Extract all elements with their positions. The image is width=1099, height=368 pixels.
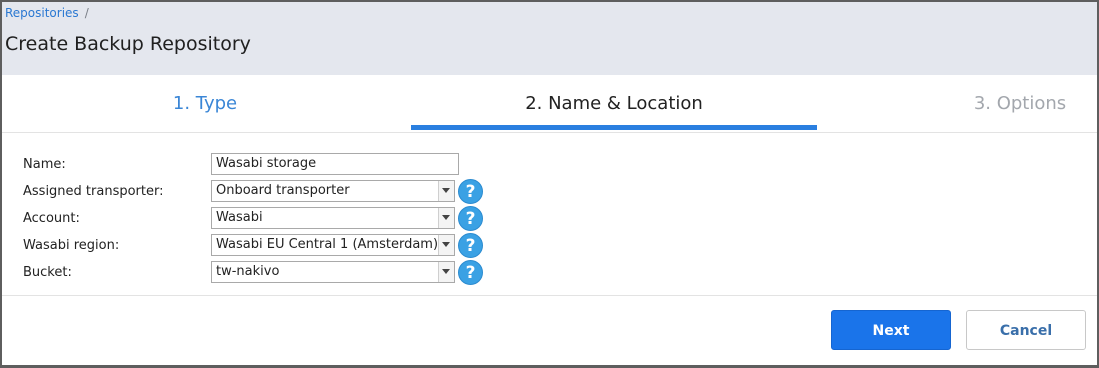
chevron-down-icon[interactable] [438, 235, 454, 255]
help-icon[interactable]: ? [458, 260, 483, 285]
chevron-down-icon[interactable] [438, 208, 454, 228]
account-select[interactable]: Wasabi [211, 207, 455, 229]
transporter-select[interactable]: Onboard transporter [211, 180, 455, 202]
name-input[interactable]: Wasabi storage [211, 153, 459, 175]
active-step-indicator [411, 125, 817, 130]
account-row: Account: Wasabi ? [2, 206, 502, 231]
help-icon[interactable]: ? [458, 206, 483, 231]
chevron-down-icon[interactable] [438, 262, 454, 282]
help-icon[interactable]: ? [458, 233, 483, 258]
footer-divider [2, 295, 1097, 296]
name-row: Name: Wasabi storage [2, 153, 502, 177]
next-button[interactable]: Next [831, 310, 951, 350]
bucket-label: Bucket: [23, 265, 72, 280]
transporter-value: Onboard transporter [216, 183, 350, 198]
step-type[interactable]: 1. Type [2, 75, 408, 132]
help-icon[interactable]: ? [458, 179, 483, 204]
region-row: Wasabi region: Wasabi EU Central 1 (Amst… [2, 233, 502, 258]
breadcrumb-repositories-link[interactable]: Repositories [5, 6, 79, 20]
page-title: Create Backup Repository [5, 33, 251, 55]
name-label: Name: [23, 157, 66, 172]
breadcrumb: Repositories / [5, 6, 89, 20]
breadcrumb-separator: / [84, 6, 89, 20]
bucket-row: Bucket: tw-nakivo ? [2, 260, 502, 285]
step-name-location[interactable]: 2. Name & Location [411, 75, 817, 132]
bucket-value: tw-nakivo [216, 264, 280, 279]
region-label: Wasabi region: [23, 238, 120, 253]
chevron-down-icon[interactable] [438, 181, 454, 201]
wizard-window: Repositories / Create Backup Repository 1… [0, 0, 1099, 368]
cancel-button[interactable]: Cancel [966, 310, 1086, 350]
transporter-row: Assigned transporter: Onboard transporte… [2, 179, 502, 204]
header: Repositories / Create Backup Repository [2, 2, 1097, 75]
region-value: Wasabi EU Central 1 (Amsterdam) [216, 237, 439, 252]
transporter-label: Assigned transporter: [23, 184, 164, 199]
bucket-select[interactable]: tw-nakivo [211, 261, 455, 283]
region-select[interactable]: Wasabi EU Central 1 (Amsterdam) [211, 234, 455, 256]
step-options[interactable]: 3. Options [817, 75, 1097, 132]
account-value: Wasabi [216, 210, 263, 225]
account-label: Account: [23, 211, 80, 226]
